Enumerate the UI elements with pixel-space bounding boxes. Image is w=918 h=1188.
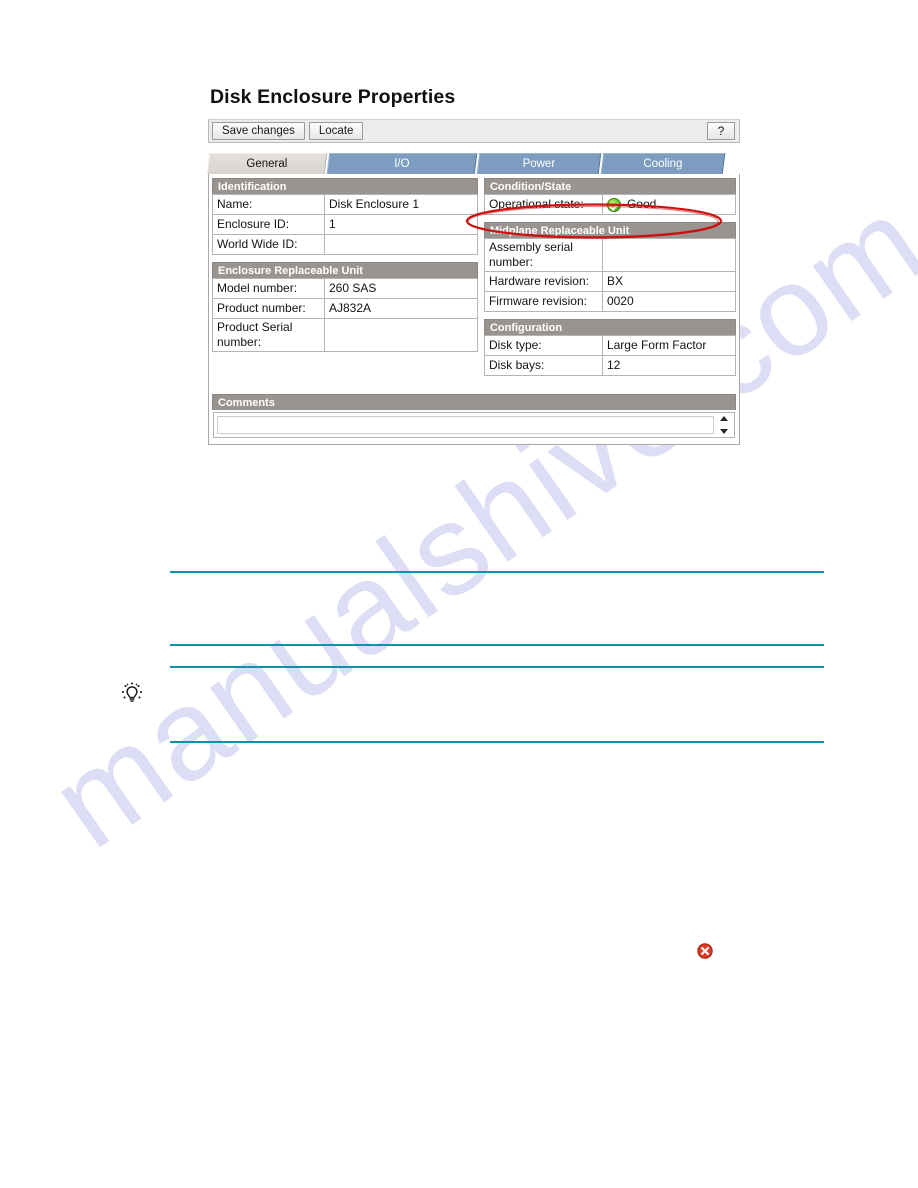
- status-good-icon: [606, 197, 621, 212]
- field-value-product-serial-number: [324, 318, 478, 352]
- table-row: Name: Disk Enclosure 1: [212, 194, 478, 215]
- section-enclosure-replaceable-unit-heading: Enclosure Replaceable Unit: [212, 262, 478, 278]
- section-configuration-heading: Configuration: [483, 319, 736, 335]
- table-row: Model number: 260 SAS: [212, 278, 478, 299]
- enclosure-replaceable-unit-table: Model number: 260 SAS Product number: AJ…: [212, 278, 478, 352]
- field-label-operational-state: Operational state:: [483, 194, 603, 215]
- right-column: Condition/State Operational state: Good: [483, 178, 737, 376]
- field-value-world-wide-id[interactable]: [324, 234, 478, 255]
- section-midplane-replaceable-unit-heading: Midplane Replaceable Unit: [483, 222, 736, 238]
- tab-cooling[interactable]: Cooling: [600, 153, 726, 174]
- note-rule-third: [170, 666, 824, 668]
- tab-power[interactable]: Power: [476, 153, 602, 174]
- general-tab-panel: Identification Name: Disk Enclosure 1 En…: [208, 174, 740, 445]
- table-row: World Wide ID:: [212, 234, 478, 255]
- table-row: Enclosure ID: 1: [212, 214, 478, 235]
- chevron-up-icon[interactable]: [719, 416, 728, 421]
- table-row: Firmware revision: 0020: [483, 291, 737, 312]
- section-identification-heading: Identification: [212, 178, 478, 194]
- comments-input[interactable]: [217, 416, 714, 434]
- tab-io-label: I/O: [394, 158, 410, 170]
- field-value-product-number: AJ832A: [324, 298, 478, 319]
- page-title: Disk Enclosure Properties: [210, 86, 456, 108]
- tab-power-label: Power: [522, 158, 556, 170]
- field-label-firmware-revision: Firmware revision:: [483, 291, 603, 312]
- table-row: Disk bays: 12: [483, 355, 737, 376]
- field-label-enclosure-id: Enclosure ID:: [212, 214, 325, 235]
- field-value-assembly-serial-number: [601, 238, 737, 272]
- section-comments: Comments: [212, 394, 736, 438]
- condition-state-table: Operational state: Good: [483, 194, 737, 215]
- section-condition-state-heading: Condition/State: [483, 178, 736, 194]
- note-rule-second: [170, 644, 824, 646]
- table-row: Operational state: Good: [483, 194, 737, 215]
- field-label-name: Name:: [212, 194, 325, 215]
- section-comments-heading: Comments: [212, 394, 736, 410]
- section-enclosure-replaceable-unit: Enclosure Replaceable Unit Model number:…: [212, 262, 478, 352]
- table-row: Disk type: Large Form Factor: [483, 335, 737, 356]
- section-condition-state: Condition/State Operational state: Good: [483, 178, 737, 215]
- table-row: Hardware revision: BX: [483, 271, 737, 292]
- tab-io[interactable]: I/O: [326, 153, 478, 174]
- disk-enclosure-properties-window: Disk Enclosure Properties Save changes L…: [206, 86, 740, 445]
- identification-table: Name: Disk Enclosure 1 Enclosure ID: 1 W…: [212, 194, 478, 255]
- note-rule-bottom: [170, 741, 824, 743]
- toolbar: Save changes Locate ?: [208, 119, 740, 143]
- table-row: Assembly serial number:: [483, 238, 737, 272]
- field-value-disk-bays: 12: [601, 355, 737, 376]
- left-column: Identification Name: Disk Enclosure 1 En…: [212, 178, 478, 352]
- field-value-hardware-revision: BX: [601, 271, 737, 292]
- operational-state-wrapper: Good: [606, 197, 731, 212]
- chevron-down-icon[interactable]: [719, 429, 728, 434]
- field-label-model-number: Model number:: [212, 278, 325, 299]
- field-label-hardware-revision: Hardware revision:: [483, 271, 603, 292]
- field-label-assembly-serial-number: Assembly serial number:: [483, 238, 603, 272]
- field-value-firmware-revision: 0020: [601, 291, 737, 312]
- field-label-disk-type: Disk type:: [483, 335, 603, 356]
- field-label-product-number: Product number:: [212, 298, 325, 319]
- help-button[interactable]: ?: [707, 122, 735, 140]
- field-value-disk-type: Large Form Factor: [601, 335, 737, 356]
- panel-columns: Identification Name: Disk Enclosure 1 En…: [212, 178, 737, 376]
- note-rule-top: [170, 571, 824, 573]
- status-error-icon: [697, 943, 713, 959]
- tab-cooling-label: Cooling: [643, 158, 683, 170]
- tab-general[interactable]: General: [206, 153, 328, 174]
- field-label-disk-bays: Disk bays:: [483, 355, 603, 376]
- locate-button[interactable]: Locate: [308, 122, 364, 140]
- status-badge: Good: [626, 197, 657, 211]
- save-changes-button[interactable]: Save changes: [212, 122, 305, 140]
- tab-bar: General I/O Power Cooling: [206, 152, 740, 174]
- midplane-replaceable-unit-table: Assembly serial number: Hardware revisio…: [483, 238, 737, 312]
- table-row: Product Serial number:: [212, 318, 478, 352]
- comments-box: [213, 412, 735, 438]
- lightbulb-tip-icon: [120, 681, 144, 707]
- field-label-product-serial-number: Product Serial number:: [212, 318, 325, 352]
- section-configuration: Configuration Disk type: Large Form Fact…: [483, 319, 737, 376]
- configuration-table: Disk type: Large Form Factor Disk bays: …: [483, 335, 737, 376]
- field-label-world-wide-id: World Wide ID:: [212, 234, 325, 255]
- table-row: Product number: AJ832A: [212, 298, 478, 319]
- section-identification: Identification Name: Disk Enclosure 1 En…: [212, 178, 478, 255]
- section-midplane-replaceable-unit: Midplane Replaceable Unit Assembly seria…: [483, 222, 737, 312]
- field-value-enclosure-id[interactable]: 1: [324, 214, 478, 235]
- field-value-name[interactable]: Disk Enclosure 1: [324, 194, 478, 215]
- field-value-operational-state-cell: Good: [601, 194, 737, 215]
- field-value-model-number: 260 SAS: [324, 278, 478, 299]
- tab-general-label: General: [246, 158, 288, 170]
- comments-scroll-stepper[interactable]: [717, 416, 730, 434]
